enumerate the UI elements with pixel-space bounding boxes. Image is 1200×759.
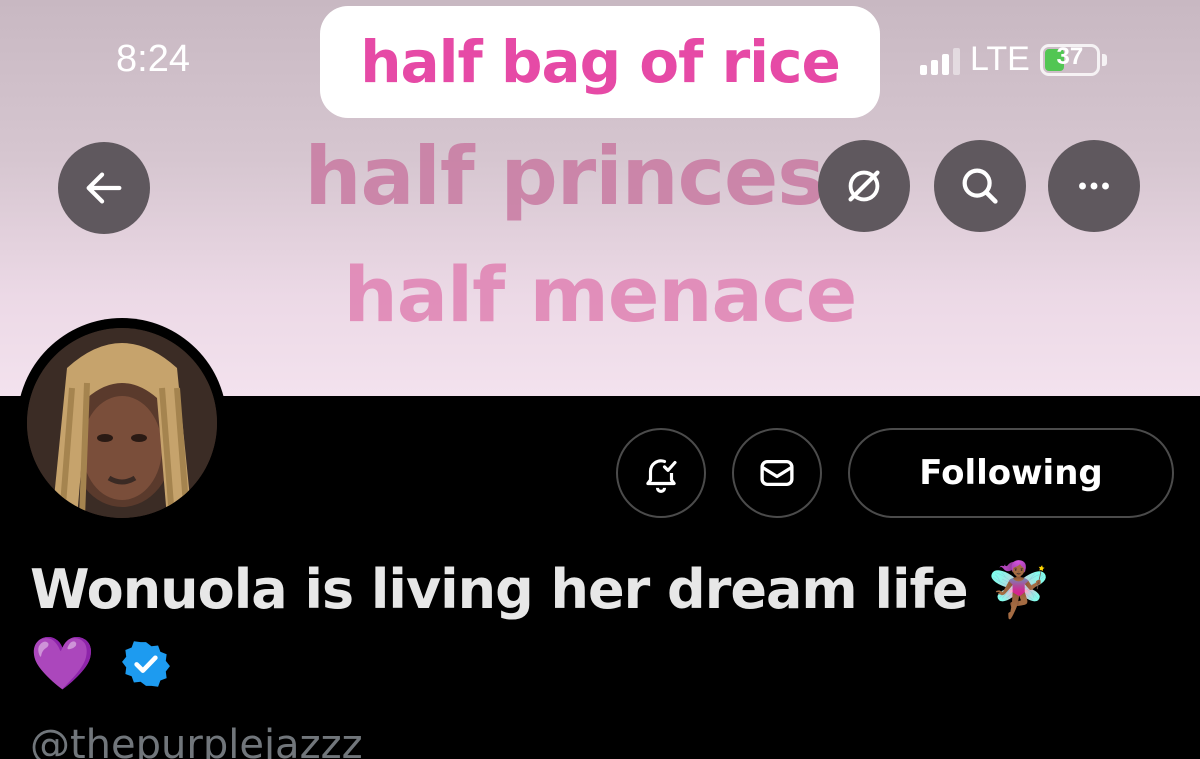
banner-headline: half bag of rice <box>360 28 841 96</box>
envelope-icon <box>760 459 794 487</box>
display-name: Wonuola is living her dream life 🧚🏾‍♀️ <box>30 558 1053 621</box>
grok-icon <box>848 170 880 202</box>
banner-headline-pill: half bag of rice <box>320 6 880 118</box>
following-button[interactable]: Following <box>848 428 1174 518</box>
purple-heart-emoji: 💜 <box>30 634 95 694</box>
status-time: 8:24 <box>116 38 190 80</box>
back-button[interactable] <box>58 142 150 234</box>
search-button[interactable] <box>934 140 1026 232</box>
arrow-left-icon <box>86 172 122 204</box>
more-icon <box>1079 182 1109 190</box>
avatar-photo <box>27 328 217 518</box>
signal-icon <box>920 45 960 75</box>
avatar[interactable] <box>17 318 227 528</box>
banner-text-line-3: half menace <box>343 250 858 339</box>
verified-badge-icon[interactable] <box>121 639 171 689</box>
message-button[interactable] <box>732 428 822 518</box>
notifications-button[interactable] <box>616 428 706 518</box>
bell-check-icon <box>646 459 677 493</box>
search-icon <box>962 168 998 204</box>
username-handle: @thepurplejazzz <box>30 722 363 759</box>
battery-icon: 37 <box>1039 42 1100 76</box>
more-button[interactable] <box>1048 140 1140 232</box>
status-indicators: LTE 37 <box>920 40 1107 79</box>
network-type: LTE <box>970 40 1030 78</box>
name-badges: 💜 <box>30 638 171 690</box>
profile-screen: half princess half menace half bag of ri… <box>0 0 1200 759</box>
grok-button[interactable] <box>818 140 910 232</box>
battery-level: 37 <box>1056 42 1084 70</box>
battery-tip <box>1101 53 1107 66</box>
